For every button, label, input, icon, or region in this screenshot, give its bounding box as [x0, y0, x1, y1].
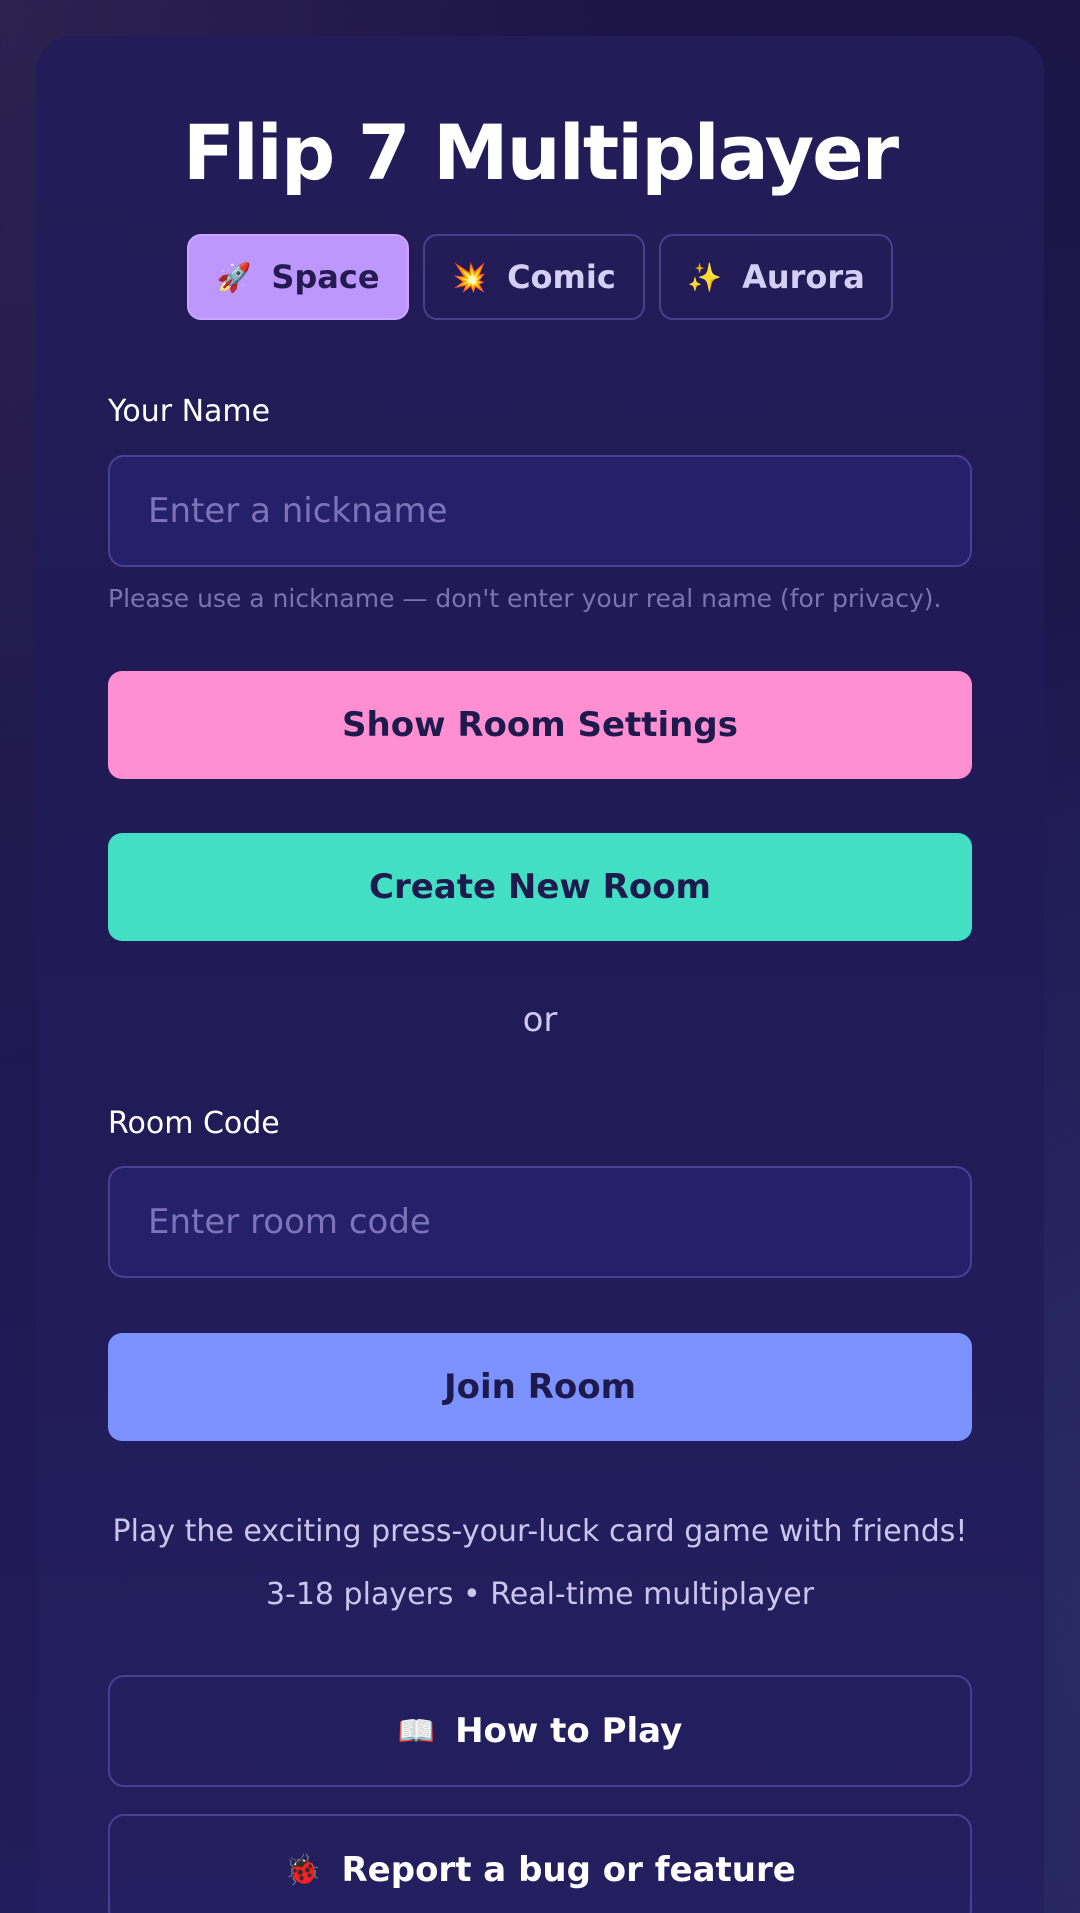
- tagline-wrap: Play the exciting press-your-luck card g…: [108, 1514, 972, 1549]
- join-room-wrap: Join Room: [108, 1333, 972, 1441]
- room-code-input-wrap: [108, 1166, 972, 1278]
- name-input-wrap: [108, 455, 972, 567]
- theme-switcher: 🚀 Space 💥 Comic ✨ Aurora: [0, 234, 1080, 320]
- show-room-settings-button[interactable]: Show Room Settings: [108, 671, 972, 779]
- name-label: Your Name: [108, 394, 271, 429]
- tagline: Play the exciting press-your-luck card g…: [112, 1514, 968, 1549]
- theme-aurora-label: Aurora: [742, 258, 865, 296]
- how-to-play-button[interactable]: 📖 How to Play: [108, 1675, 972, 1787]
- separator-wrap: or: [108, 1000, 972, 1040]
- page-title: Flip 7 Multiplayer: [182, 108, 899, 197]
- name-label-wrap: Your Name: [108, 394, 972, 429]
- room-code-label: Room Code: [108, 1106, 280, 1141]
- how-to-play-label: How to Play: [455, 1711, 683, 1751]
- name-input[interactable]: [108, 455, 972, 567]
- player-details: 3-18 players • Real-time multiplayer: [265, 1577, 815, 1612]
- how-to-play-wrap: 📖 How to Play: [108, 1675, 972, 1787]
- rocket-icon: 🚀: [216, 260, 252, 294]
- report-bug-button[interactable]: 🐞 Report a bug or feature: [108, 1814, 972, 1913]
- join-room-button[interactable]: Join Room: [108, 1333, 972, 1441]
- or-separator: or: [522, 1000, 558, 1040]
- theme-aurora-button[interactable]: ✨ Aurora: [659, 234, 893, 320]
- name-hint-wrap: Please use a nickname — don't enter your…: [108, 584, 972, 613]
- ladybug-icon: 🐞: [284, 1852, 322, 1888]
- report-bug-label: Report a bug or feature: [341, 1850, 796, 1890]
- theme-comic-button[interactable]: 💥 Comic: [423, 234, 645, 320]
- theme-comic-label: Comic: [507, 258, 616, 296]
- book-icon: 📖: [397, 1713, 436, 1749]
- report-wrap: 🐞 Report a bug or feature: [108, 1814, 972, 1913]
- room-code-label-wrap: Room Code: [108, 1106, 972, 1141]
- details-wrap: 3-18 players • Real-time multiplayer: [108, 1577, 972, 1612]
- create-room-button[interactable]: Create New Room: [108, 833, 972, 941]
- room-code-input[interactable]: [108, 1166, 972, 1278]
- privacy-hint: Please use a nickname — don't enter your…: [108, 584, 942, 613]
- collision-icon: 💥: [452, 260, 488, 294]
- create-room-wrap: Create New Room: [108, 833, 972, 941]
- sparkles-icon: ✨: [687, 260, 723, 294]
- room-settings-wrap: Show Room Settings: [108, 671, 972, 779]
- theme-space-button[interactable]: 🚀 Space: [187, 234, 409, 320]
- theme-space-label: Space: [271, 258, 380, 296]
